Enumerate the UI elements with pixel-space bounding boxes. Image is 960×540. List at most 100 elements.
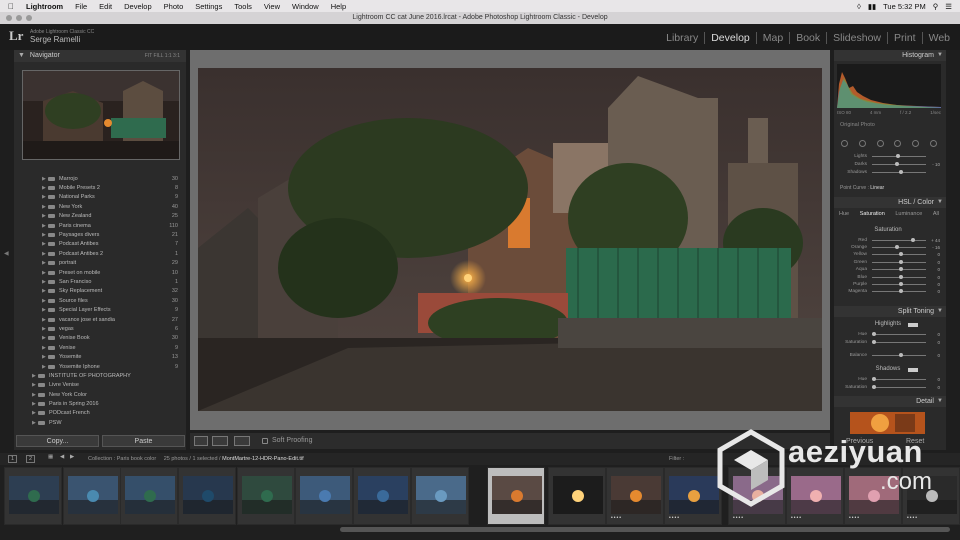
folder-item[interactable]: ▶ PSW (14, 418, 186, 427)
shadows-swatch[interactable] (908, 368, 918, 372)
folder-item[interactable]: ▶ vacance jose et sandia 27 (14, 315, 186, 324)
slider-track[interactable] (872, 281, 926, 286)
menu-window[interactable]: Window (292, 2, 319, 11)
point-curve[interactable]: Point Curve : Linear (840, 185, 884, 191)
folder-item[interactable]: ▶ PODcast French (14, 409, 186, 418)
menu-view[interactable]: View (264, 2, 280, 11)
navigator-zoom-options[interactable]: FIT FILL 1:1 3:1 (145, 50, 180, 62)
slider-track[interactable] (872, 352, 926, 357)
filmstrip-thumbnail[interactable] (178, 467, 236, 525)
module-library[interactable]: Library (660, 32, 704, 44)
highlights-saturation-row[interactable]: Saturation 0 (836, 338, 940, 346)
filmstrip-thumbnail[interactable] (353, 467, 411, 525)
shadows-saturation-row[interactable]: Saturation 0 (836, 383, 940, 391)
clock[interactable]: Tue 5:32 PM (883, 2, 926, 11)
folder-item[interactable]: ▶ Paysages divers 21 (14, 230, 186, 239)
folder-item[interactable]: ▶ INSTITUTE OF PHOTOGRAPHY (14, 371, 186, 380)
module-book[interactable]: Book (789, 32, 826, 44)
page-2-button[interactable]: 2 (26, 455, 36, 463)
slider-track[interactable] (872, 153, 926, 158)
slider-knob[interactable] (899, 274, 903, 279)
slider-knob[interactable] (899, 267, 903, 272)
folder-item[interactable]: ▶ Paris in Spring 2016 (14, 399, 186, 408)
menu-tools[interactable]: Tools (234, 2, 252, 11)
soft-proofing-checkbox[interactable] (262, 438, 268, 444)
zoom-window-button[interactable] (26, 15, 32, 21)
slider-knob[interactable] (896, 153, 901, 158)
graduated-filter-icon[interactable] (894, 139, 902, 147)
original-photo-toggle[interactable]: Original Photo (840, 122, 875, 128)
back-arrow-icon[interactable]: ◀ (60, 454, 64, 460)
folder-item[interactable]: ▶ Mobile Presets 28 (14, 183, 186, 192)
filmstrip-thumbnail[interactable] (548, 467, 606, 525)
left-panel-toggle-icon[interactable]: ◀ (4, 250, 9, 257)
folder-item[interactable]: ▶ Marrojo 30 (14, 174, 186, 183)
folder-item[interactable]: ▶ Yosemite Iphone 9 (14, 362, 186, 371)
wifi-icon[interactable]: ◊ (857, 2, 861, 11)
shadows-hue-row[interactable]: Hue 0 (836, 375, 940, 383)
filmstrip-thumbnail[interactable] (120, 467, 178, 525)
slider-track[interactable] (872, 267, 926, 272)
slider-track[interactable] (872, 161, 926, 166)
search-icon[interactable]: ⚲ (933, 2, 939, 11)
folder-item[interactable]: ▶ Yosemite 13 (14, 352, 186, 361)
folder-item[interactable]: ▶ Special Layer Effects 9 (14, 305, 186, 314)
filmstrip-thumbnail[interactable] (63, 467, 121, 525)
detail-header[interactable]: Detail ▼ (834, 396, 946, 407)
folder-item[interactable]: ▶ Source files 30 (14, 296, 186, 305)
filmstrip-thumbnail[interactable] (295, 467, 353, 525)
folder-item[interactable]: ▶ National Parks 9 (14, 193, 186, 202)
previous-button[interactable]: Previous (846, 438, 873, 445)
slider-track[interactable] (872, 331, 926, 336)
navigator-preview[interactable] (22, 70, 180, 160)
slider-track[interactable] (872, 237, 926, 242)
menu-list-icon[interactable]: ☰ (945, 2, 952, 11)
point-curve-value[interactable]: Linear (870, 185, 884, 191)
slider-track[interactable] (872, 289, 926, 294)
slider-knob[interactable] (894, 244, 899, 249)
tab-all[interactable]: All (933, 211, 939, 217)
slider-track[interactable] (872, 384, 926, 389)
collection-info[interactable]: Collection : Paris book color 25 photos … (88, 456, 304, 462)
slider-knob[interactable] (899, 259, 903, 264)
folder-item[interactable]: ▶ New York 40 (14, 202, 186, 211)
adjustment-brush-icon[interactable] (929, 139, 937, 147)
page-1-button[interactable]: 1 (8, 455, 18, 463)
crop-tool-icon[interactable] (841, 139, 849, 147)
slider-knob[interactable] (894, 161, 899, 166)
filmstrip-thumbnail[interactable] (487, 467, 545, 525)
slider-track[interactable] (872, 169, 926, 174)
slider-knob[interactable] (899, 281, 903, 286)
folder-item[interactable]: ▶ Podcast Antibes 7 (14, 240, 186, 249)
slider-track[interactable] (872, 244, 926, 249)
highlights-swatch[interactable] (908, 323, 918, 327)
module-slideshow[interactable]: Slideshow (826, 32, 887, 44)
slider-knob[interactable] (899, 252, 903, 257)
histogram[interactable] (837, 64, 941, 108)
folder-item[interactable]: ▶ Venise Book 30 (14, 334, 186, 343)
folder-item[interactable]: ▶ Sky Replacement 32 (14, 287, 186, 296)
slider-knob[interactable] (899, 352, 903, 357)
filmstrip-scrollbar[interactable] (340, 527, 950, 532)
tone-row-darks[interactable]: Darks - 10 (836, 160, 940, 168)
slider-knob[interactable] (872, 376, 876, 381)
navigator-header[interactable]: ▼ Navigator FIT FILL 1:1 3:1 (14, 50, 186, 62)
before-after-button[interactable] (212, 436, 228, 446)
apple-icon[interactable]:  (8, 2, 20, 11)
module-web[interactable]: Web (921, 32, 956, 44)
menu-edit[interactable]: Edit (99, 2, 112, 11)
forward-arrow-icon[interactable]: ▶ (70, 454, 74, 460)
module-print[interactable]: Print (887, 32, 922, 44)
folder-item[interactable]: ▶ Livre Venise (14, 381, 186, 390)
tone-row-lights[interactable]: Lights (836, 152, 940, 160)
filter-label[interactable]: Filter : (669, 456, 684, 462)
tab-luminance[interactable]: Luminance (895, 211, 922, 217)
filmstrip-thumbnail[interactable]: •••• (664, 467, 722, 525)
folder-item[interactable]: ▶ San Franciso 1 (14, 277, 186, 286)
filmstrip-thumbnail[interactable] (237, 467, 295, 525)
filmstrip-thumbnail[interactable] (411, 467, 469, 525)
slider-track[interactable] (872, 376, 926, 381)
main-photo[interactable] (198, 68, 822, 411)
before-after-swap-button[interactable] (234, 436, 250, 446)
folder-item[interactable]: ▶ New York Color (14, 390, 186, 399)
